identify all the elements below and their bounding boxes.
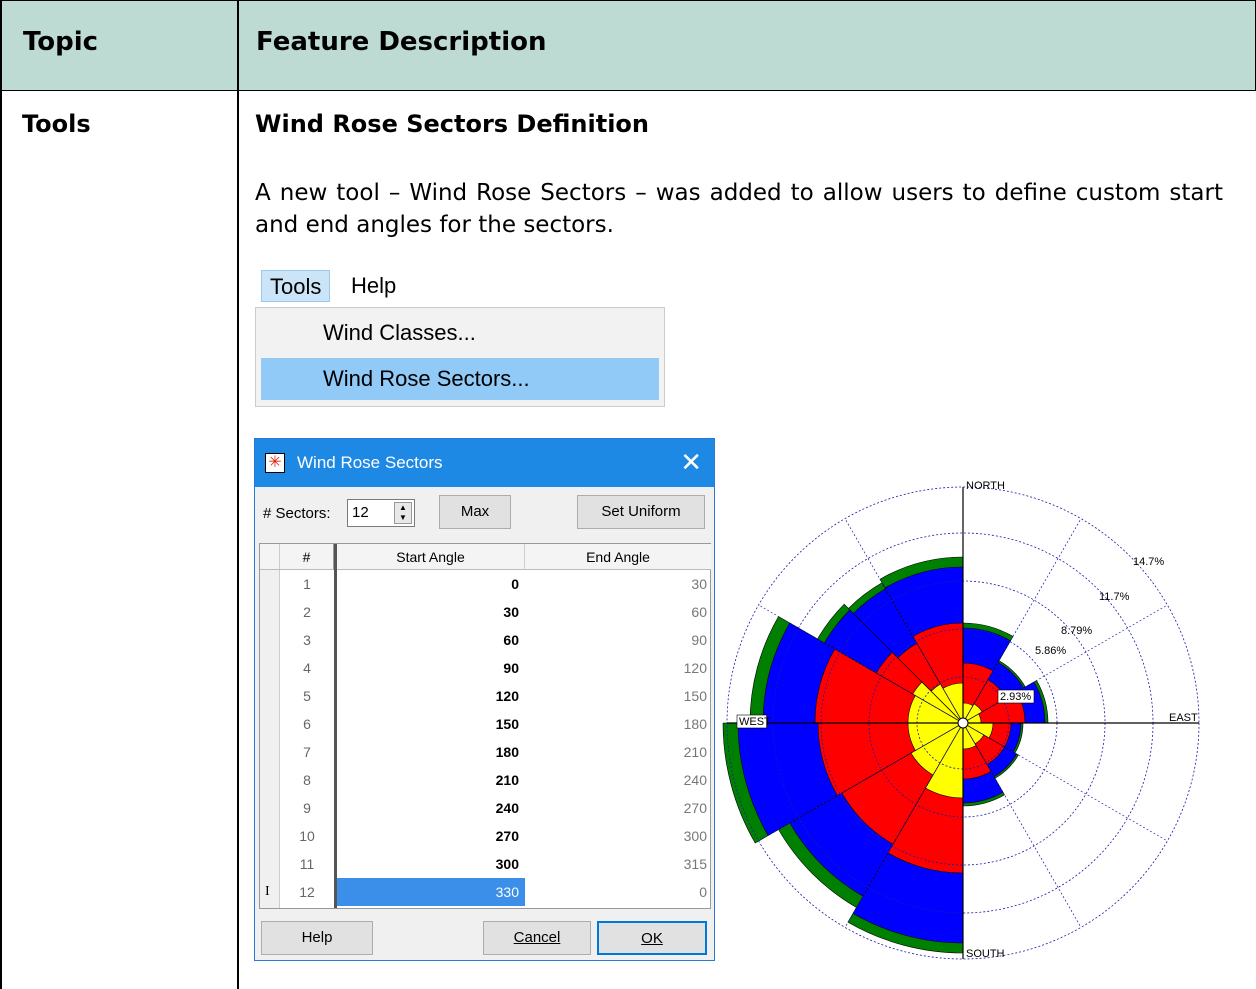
start-angle-cell[interactable]: 210 bbox=[337, 766, 525, 794]
header-topic: Topic bbox=[23, 27, 99, 57]
grid-header-number: # bbox=[280, 544, 334, 570]
app-icon: ✳ bbox=[265, 453, 285, 473]
ring-label: 5.86% bbox=[1035, 645, 1066, 657]
end-angle-cell[interactable]: 180 bbox=[525, 710, 711, 738]
tools-dropdown: Wind Classes... Wind Rose Sectors... bbox=[255, 307, 665, 407]
menu-item-wind-rose-sectors[interactable]: Wind Rose Sectors... bbox=[261, 358, 659, 400]
feature-title: Wind Rose Sectors Definition bbox=[255, 110, 650, 138]
help-button[interactable]: Help bbox=[261, 921, 373, 955]
cancel-label: Cancel bbox=[513, 929, 561, 946]
grid-header-start-angle: Start Angle bbox=[337, 544, 525, 570]
direction-label-west: WEST bbox=[739, 716, 771, 728]
header-feature-description: Feature Description bbox=[256, 27, 547, 57]
start-angle-cell[interactable]: 90 bbox=[337, 654, 525, 682]
end-angle-cell[interactable]: 120 bbox=[525, 654, 711, 682]
sectors-label: # Sectors: bbox=[263, 505, 331, 522]
start-angle-cell[interactable]: 330 bbox=[337, 878, 525, 906]
start-angle-cell[interactable]: 60 bbox=[337, 626, 525, 654]
direction-label-north: NORTH bbox=[966, 480, 1005, 492]
row-number: 2 bbox=[303, 604, 311, 620]
table-row[interactable]: 5 120 150 bbox=[260, 682, 710, 710]
wind-rose-sectors-dialog: ✳ Wind Rose Sectors ✕ # Sectors: 12 ▲ ▼ M… bbox=[254, 438, 715, 961]
direction-label-south: SOUTH bbox=[966, 948, 1005, 960]
dialog-title: Wind Rose Sectors bbox=[297, 453, 443, 472]
start-angle-cell[interactable]: 300 bbox=[337, 850, 525, 878]
row-number: 9 bbox=[303, 800, 311, 816]
ring-label: 8.79% bbox=[1061, 625, 1092, 637]
dialog-titlebar: ✳ Wind Rose Sectors ✕ bbox=[255, 439, 714, 487]
table-row[interactable]: 7 180 210 bbox=[260, 738, 710, 766]
max-button[interactable]: Max bbox=[439, 495, 511, 529]
table-row[interactable]: 2 30 60 bbox=[260, 598, 710, 626]
end-angle-cell[interactable]: 270 bbox=[525, 794, 711, 822]
end-angle-cell[interactable]: 90 bbox=[525, 626, 711, 654]
start-angle-cell[interactable]: 0 bbox=[337, 570, 525, 598]
row-number: 10 bbox=[299, 828, 315, 844]
column-divider bbox=[237, 0, 239, 989]
topic-cell: Tools bbox=[22, 110, 91, 138]
wind-rose-svg: NORTH SOUTH EAST WEST 2.93% 5.86% 8.79% 11.7% 14… bbox=[722, 480, 1200, 960]
row-number: 5 bbox=[303, 688, 311, 704]
wind-rose-chart: NORTH SOUTH EAST WEST 2.93% 5.86% 8.79% 11.7% 14… bbox=[715, 470, 1256, 978]
row-number: 1 bbox=[303, 576, 311, 592]
ring-label: 11.7% bbox=[1099, 591, 1130, 603]
end-angle-cell[interactable]: 150 bbox=[525, 682, 711, 710]
end-angle-cell[interactable]: 60 bbox=[525, 598, 711, 626]
feature-description-text: A new tool – Wind Rose Sectors – was add… bbox=[255, 180, 1223, 238]
end-angle-cell[interactable]: 30 bbox=[525, 570, 711, 598]
row-number: 3 bbox=[303, 632, 311, 648]
set-uniform-button[interactable]: Set Uniform bbox=[577, 495, 705, 529]
table-row[interactable]: 12 330 0 I bbox=[260, 878, 710, 906]
feature-table: Topic Feature Description Tools Wind Ros… bbox=[0, 0, 1256, 989]
menu-screenshot: Tools Help Wind Classes... Wind Rose Sec… bbox=[255, 265, 665, 407]
table-row[interactable]: 6 150 180 bbox=[260, 710, 710, 738]
start-angle-cell[interactable]: 180 bbox=[337, 738, 525, 766]
direction-label-east: EAST bbox=[1169, 712, 1198, 724]
grid-corner bbox=[260, 544, 280, 570]
table-row[interactable]: 10 270 300 bbox=[260, 822, 710, 850]
ok-label: OK bbox=[641, 930, 663, 947]
end-angle-cell[interactable]: 315 bbox=[525, 850, 711, 878]
row-number: 7 bbox=[303, 744, 311, 760]
row-number: 4 bbox=[303, 660, 311, 676]
row-number: 12 bbox=[299, 884, 315, 900]
table-row[interactable]: 1 0 30 bbox=[260, 570, 710, 598]
rose-center bbox=[957, 717, 969, 729]
menu-bar: Tools Help bbox=[255, 265, 665, 307]
start-angle-cell[interactable]: 270 bbox=[337, 822, 525, 850]
sectors-value: 12 bbox=[352, 504, 369, 521]
row-number: 11 bbox=[299, 856, 315, 872]
menu-tools[interactable]: Tools bbox=[261, 270, 331, 302]
row-number: 6 bbox=[303, 716, 311, 732]
text-cursor-icon: I bbox=[265, 884, 270, 899]
end-angle-cell[interactable]: 0 bbox=[525, 878, 711, 906]
table-border-left bbox=[0, 0, 2, 989]
start-angle-cell[interactable]: 30 bbox=[337, 598, 525, 626]
ring-label: 2.93% bbox=[1000, 691, 1031, 703]
table-header-row: Topic Feature Description bbox=[0, 0, 1256, 91]
end-angle-cell[interactable]: 240 bbox=[525, 766, 711, 794]
start-angle-cell[interactable]: 120 bbox=[337, 682, 525, 710]
table-row[interactable]: 4 90 120 bbox=[260, 654, 710, 682]
sectors-grid[interactable]: # Start Angle End Angle 1 0 30 2 30 60 3 60 90 4 9… bbox=[259, 543, 711, 909]
end-angle-cell[interactable]: 300 bbox=[525, 822, 711, 850]
ring-label: 14.7% bbox=[1133, 556, 1164, 568]
table-row[interactable]: 3 60 90 bbox=[260, 626, 710, 654]
table-row[interactable]: 8 210 240 bbox=[260, 766, 710, 794]
close-icon[interactable]: ✕ bbox=[680, 447, 702, 477]
grid-header-end-angle: End Angle bbox=[525, 544, 711, 570]
menu-item-wind-classes[interactable]: Wind Classes... bbox=[261, 312, 659, 354]
end-angle-cell[interactable]: 210 bbox=[525, 738, 711, 766]
cancel-button[interactable]: Cancel bbox=[483, 921, 591, 955]
ok-button[interactable]: OK bbox=[597, 921, 707, 955]
row-number: 8 bbox=[303, 772, 311, 788]
spin-arrows-icon[interactable]: ▲ ▼ bbox=[394, 502, 412, 524]
menu-help[interactable]: Help bbox=[343, 270, 404, 302]
table-row[interactable]: 11 300 315 bbox=[260, 850, 710, 878]
sectors-stepper[interactable]: 12 ▲ ▼ bbox=[347, 499, 415, 527]
table-row[interactable]: 9 240 270 bbox=[260, 794, 710, 822]
start-angle-cell[interactable]: 150 bbox=[337, 710, 525, 738]
start-angle-cell[interactable]: 240 bbox=[337, 794, 525, 822]
